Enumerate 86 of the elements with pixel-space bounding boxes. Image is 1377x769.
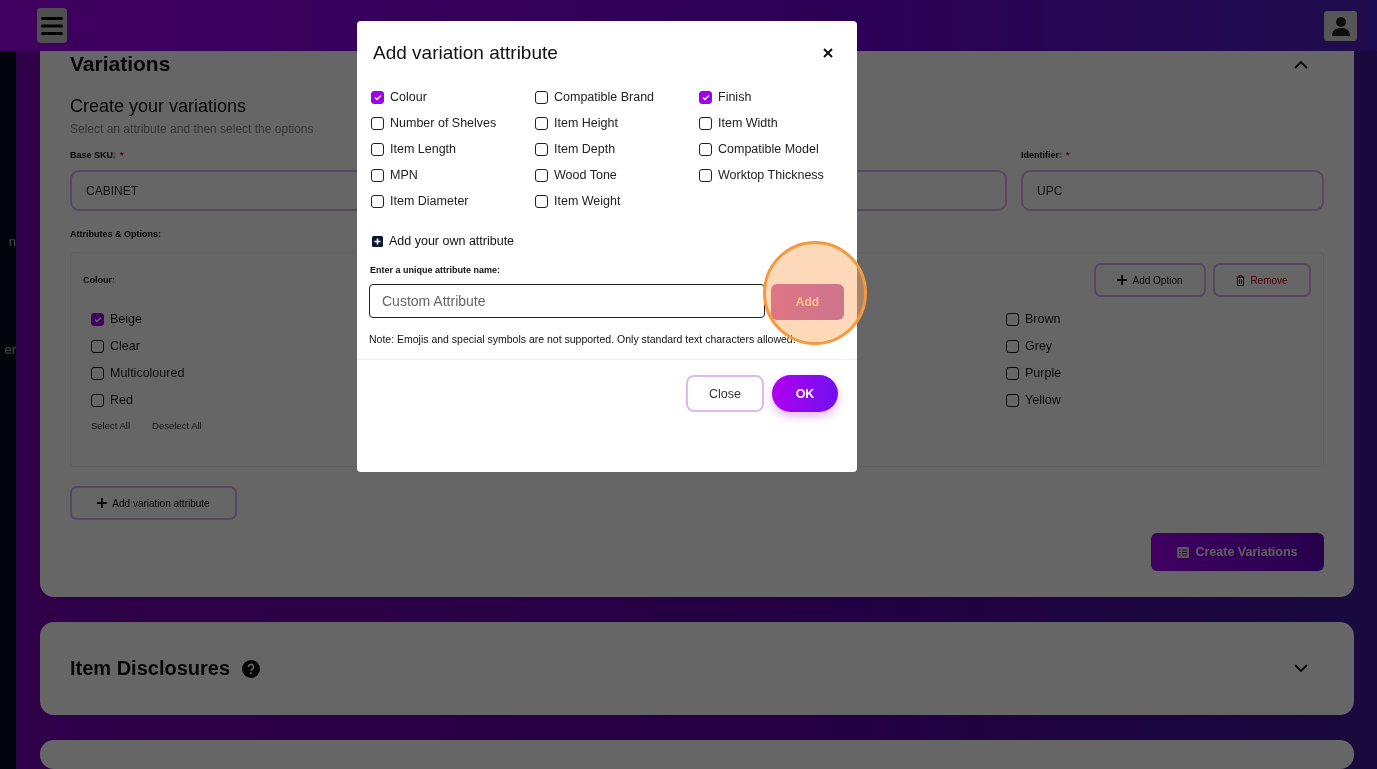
plus-icon	[1117, 275, 1128, 285]
checkbox[interactable]	[699, 168, 712, 182]
option-label: Item Weight	[554, 194, 621, 208]
account-button[interactable]	[1324, 10, 1357, 41]
checkbox[interactable]	[1006, 366, 1019, 380]
select-all-button[interactable]: Select All	[91, 420, 131, 431]
field-label: Identifier:	[1021, 150, 1062, 161]
checkbox[interactable]	[91, 312, 104, 326]
option-label: Finish	[718, 90, 752, 104]
checkbox[interactable]	[371, 142, 384, 156]
menu-icon	[41, 15, 63, 36]
chevron-down-icon[interactable]	[1294, 664, 1308, 673]
required-mark: *	[120, 150, 124, 161]
option-label: Compatible Model	[718, 142, 819, 156]
add-button[interactable]: Add	[771, 284, 844, 320]
chevron-up-icon[interactable]	[1294, 59, 1308, 69]
note-text: Note: Emojis and special symbols are not supported. Only standard text characters allowed.	[369, 332, 797, 347]
text-field[interactable]: UPC	[1021, 170, 1324, 211]
checkbox[interactable]	[535, 116, 548, 130]
sidebar-item[interactable]: er	[0, 342, 16, 357]
checkbox[interactable]	[371, 168, 384, 182]
option-label: Purple	[1025, 366, 1062, 380]
option-label: Worktop Thickness	[718, 168, 824, 182]
add-own-attribute-button[interactable]: Add your own attribute	[372, 234, 515, 248]
sidebar-item[interactable]: n	[0, 234, 16, 249]
required-mark: *	[1066, 150, 1070, 161]
checkbox[interactable]	[535, 168, 548, 182]
user-icon	[1330, 15, 1351, 36]
checkbox[interactable]	[535, 142, 548, 156]
checkbox[interactable]	[371, 90, 384, 104]
checkbox[interactable]	[91, 366, 104, 380]
section-heading: Create your variations	[70, 96, 247, 117]
checkbox[interactable]	[535, 194, 548, 208]
option-label: MPN	[390, 168, 418, 182]
trash-icon	[1236, 274, 1246, 286]
option-label: Compatible Brand	[554, 90, 655, 104]
checkmark-icon	[93, 315, 102, 323]
checkbox[interactable]	[699, 116, 712, 130]
checkbox[interactable]	[535, 90, 548, 104]
add-variation-attribute-button[interactable]: Add variation attribute	[70, 486, 237, 520]
option-label: Multicoloured	[110, 366, 185, 380]
option-label: Colour	[390, 90, 427, 104]
remove-button[interactable]: Remove	[1213, 263, 1311, 297]
create-variations-button[interactable]: Create Variations	[1151, 533, 1324, 571]
option-label: Item Diameter	[390, 194, 469, 208]
field-label: Base SKU:	[70, 150, 116, 161]
dialog-title: Add variation attribute	[373, 42, 558, 64]
plus-icon	[97, 498, 108, 508]
option-label: Number of Shelves	[390, 116, 497, 130]
option-label: Wood Tone	[554, 168, 617, 182]
close-button[interactable]: Close	[686, 375, 764, 412]
option-label: Yellow	[1025, 393, 1061, 407]
option-label: Clear	[110, 339, 140, 353]
checkbox[interactable]	[1006, 393, 1019, 407]
checkbox[interactable]	[1006, 339, 1019, 353]
option-label: Beige	[110, 312, 142, 326]
checkbox[interactable]	[91, 339, 104, 353]
option-label: Grey	[1025, 339, 1053, 353]
checkbox[interactable]	[699, 142, 712, 156]
section-title: Item Disclosures	[70, 657, 231, 680]
ok-button[interactable]: OK	[772, 375, 838, 412]
attribute-name: Colour:	[83, 275, 115, 285]
help-icon[interactable]	[242, 659, 261, 678]
checkmark-icon	[373, 93, 382, 101]
option-label: Item Depth	[554, 142, 616, 156]
checkbox[interactable]	[371, 194, 384, 208]
menu-button[interactable]	[37, 8, 67, 43]
attribute-name-field[interactable]: Custom Attribute	[369, 284, 765, 318]
deselect-all-button[interactable]: Deselect All	[152, 420, 202, 431]
checkbox[interactable]	[1006, 312, 1019, 326]
add-option-button[interactable]: Add Option	[1094, 263, 1206, 297]
section-title: Variations	[70, 52, 171, 76]
checkbox[interactable]	[91, 393, 104, 407]
option-label: Red	[110, 393, 133, 407]
field-label: Attributes & Options:	[70, 229, 162, 240]
list-icon	[1177, 546, 1190, 558]
option-label: Item Length	[390, 142, 456, 156]
option-label: Item Width	[718, 116, 778, 130]
option-label: Item Height	[554, 116, 618, 130]
plus-square-icon	[372, 235, 383, 247]
checkbox[interactable]	[371, 116, 384, 130]
checkmark-icon	[701, 93, 710, 101]
checkbox[interactable]	[699, 90, 712, 104]
option-label: Brown	[1025, 312, 1061, 326]
field-label: Enter a unique attribute name:	[370, 265, 502, 275]
close-icon	[823, 48, 833, 58]
